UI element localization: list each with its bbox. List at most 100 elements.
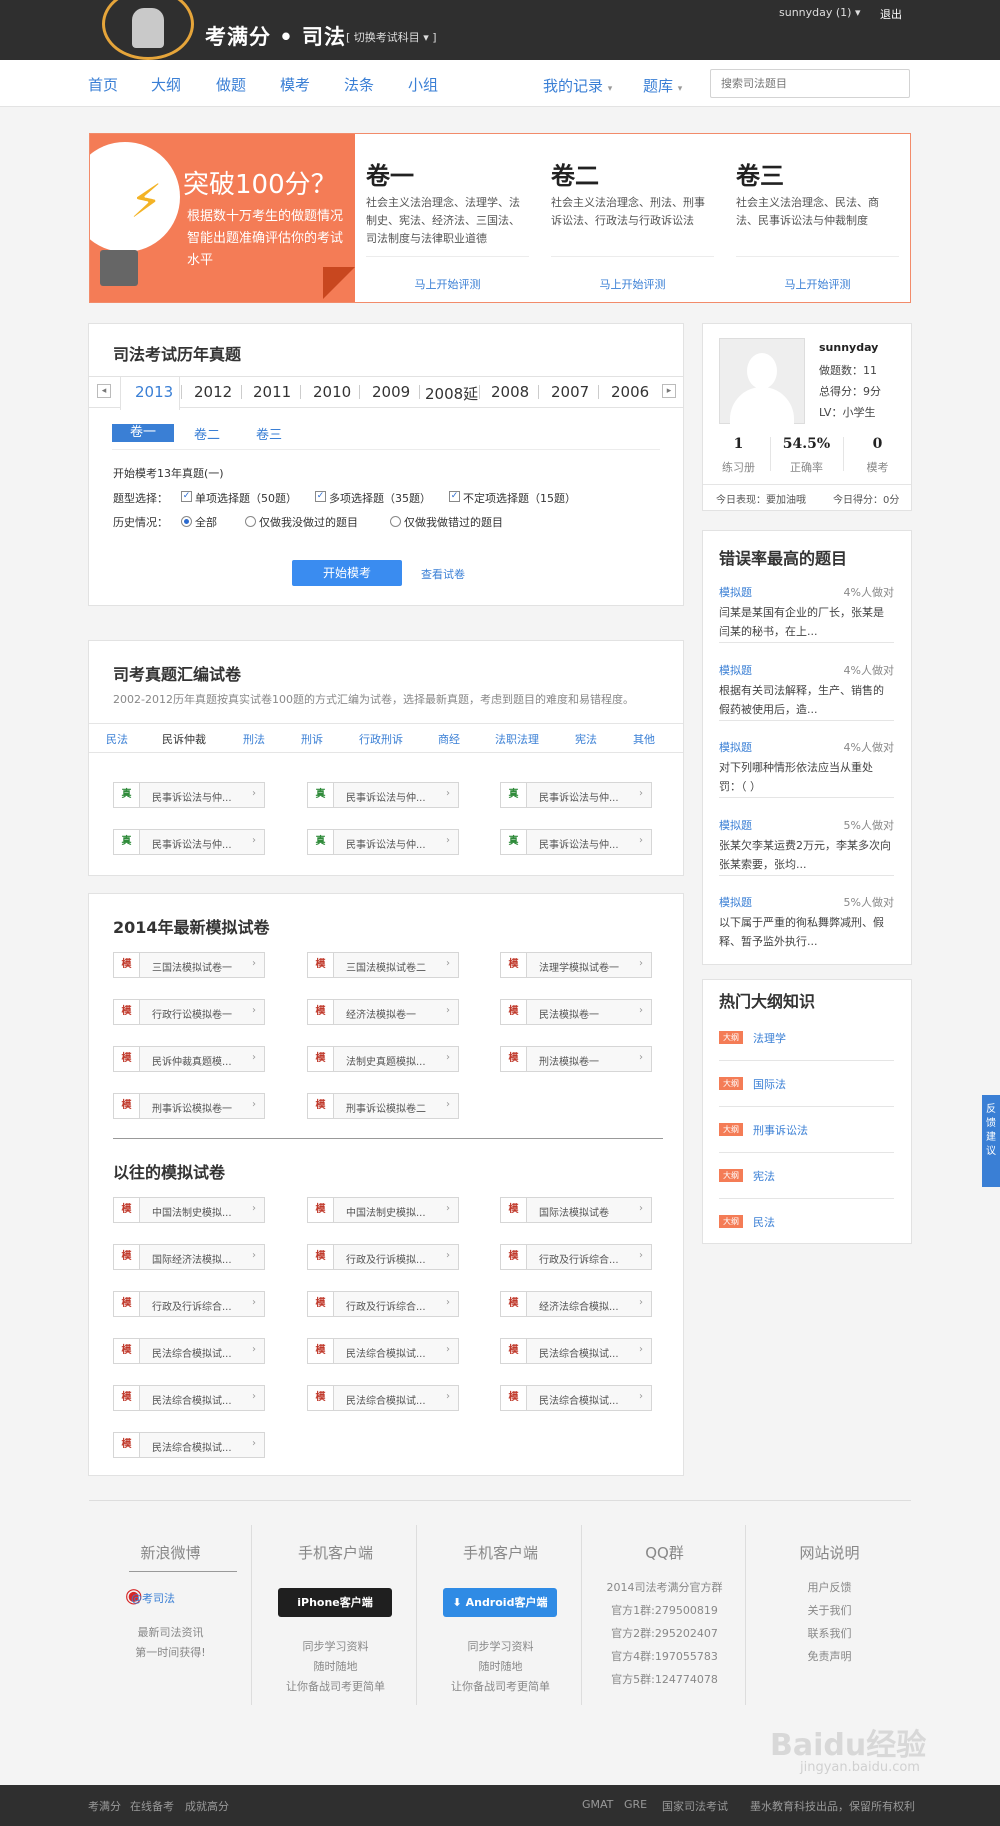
prev-arrow-icon[interactable]: ◂ — [97, 384, 111, 398]
subject-tab[interactable]: 宪法 — [575, 731, 597, 747]
paper-card[interactable]: 模民法综合模拟试... › — [113, 1338, 265, 1364]
nav-home[interactable]: 首页 — [88, 74, 118, 95]
next-arrow-icon[interactable]: ▸ — [662, 384, 676, 398]
weibo-handle[interactable]: @考司法 — [131, 1590, 175, 1606]
history-radio[interactable] — [181, 516, 192, 527]
subject-tab[interactable]: 刑诉 — [301, 731, 323, 747]
volume-title: 卷二 — [551, 162, 599, 190]
subject-tab[interactable]: 其他 — [633, 731, 655, 747]
search-input[interactable] — [710, 69, 910, 98]
switch-subject-button[interactable]: [ 切换考试科目 ▾ ] — [346, 29, 437, 45]
subject-tab[interactable]: 民法 — [106, 731, 128, 747]
paper-card[interactable]: 模法理学模拟试卷一 › — [500, 952, 652, 978]
paper-card[interactable]: 模经济法综合模拟... › — [500, 1291, 652, 1317]
paper-card[interactable]: 模三国法模拟试卷一 › — [113, 952, 265, 978]
vol-tab-1[interactable]: 卷一 — [112, 424, 174, 442]
chevron-right-icon: › — [639, 1391, 643, 1402]
paper-card[interactable]: 真民事诉讼法与仲... › — [113, 782, 265, 808]
paper-card[interactable]: 模民法综合模拟试... › — [500, 1338, 652, 1364]
paper-card[interactable]: 真民事诉讼法与仲... › — [307, 829, 459, 855]
nav-outline[interactable]: 大纲 — [151, 74, 181, 95]
paper-card[interactable]: 模刑事诉讼模拟卷一 › — [113, 1093, 265, 1119]
start-assess-link[interactable]: 马上开始评测 — [725, 276, 910, 292]
type-checkbox[interactable]: ✓ — [315, 491, 326, 502]
panel-title: 以往的模拟试卷 — [113, 1163, 226, 1182]
top-bar: 考满分 • 司法 [ 切换考试科目 ▾ ] sunnyday (1) ▾ 退出 — [0, 0, 1000, 60]
paper-card[interactable]: 真民事诉讼法与仲... › — [500, 829, 652, 855]
footer-link[interactable]: 免责声明 — [748, 1648, 911, 1664]
paper-card[interactable]: 模民法综合模拟试... › — [307, 1385, 459, 1411]
year-tab[interactable]: 2011 — [253, 383, 291, 401]
type-checkbox[interactable]: ✓ — [181, 491, 192, 502]
year-tab[interactable]: 2008 — [491, 383, 529, 401]
paper-card[interactable]: 模中国法制史模拟... › — [307, 1197, 459, 1223]
year-tab[interactable]: 2012 — [194, 383, 232, 401]
paper-card[interactable]: 模中国法制史模拟... › — [113, 1197, 265, 1223]
paper-card[interactable]: 模国际经济法模拟... › — [113, 1244, 265, 1270]
footer-link[interactable]: 用户反馈 — [748, 1579, 911, 1595]
year-tab[interactable]: 2007 — [551, 383, 589, 401]
paper-card[interactable]: 模行政及行诉综合... › — [307, 1291, 459, 1317]
avatar[interactable] — [719, 338, 805, 425]
vol-tab-3[interactable]: 卷三 — [256, 424, 282, 443]
user-name[interactable]: sunnyday — [819, 341, 878, 354]
brand-title[interactable]: 考满分 • 司法 — [205, 21, 346, 51]
subject-tab[interactable]: 法职法理 — [495, 731, 539, 747]
paper-card[interactable]: 真民事诉讼法与仲... › — [307, 782, 459, 808]
paper-card[interactable]: 模行政及行诉综合... › — [500, 1244, 652, 1270]
paper-card[interactable]: 模民法模拟卷一 › — [500, 999, 652, 1025]
paper-card[interactable]: 真民事诉讼法与仲... › — [500, 782, 652, 808]
type-checkbox[interactable]: ✓ — [449, 491, 460, 502]
paper-card[interactable]: 模行政及行诉模拟... › — [307, 1244, 459, 1270]
feedback-tab[interactable]: 反馈建议 — [982, 1095, 1000, 1187]
subject-tab[interactable]: 民诉仲裁 — [162, 731, 206, 747]
iphone-download-button[interactable]: iPhone客户端 — [278, 1588, 392, 1617]
paper-card[interactable]: 模国际法模拟试卷 › — [500, 1197, 652, 1223]
nav-my-record[interactable]: 我的记录 ▾ — [543, 75, 612, 96]
start-assess-link[interactable]: 马上开始评测 — [540, 276, 725, 292]
footer-link[interactable]: GMAT — [582, 1798, 613, 1811]
paper-card[interactable]: 模民法综合模拟试... › — [500, 1385, 652, 1411]
subject-tab[interactable]: 刑法 — [243, 731, 265, 747]
footer-link[interactable]: GRE — [624, 1798, 647, 1811]
view-paper-link[interactable]: 查看试卷 — [421, 566, 465, 582]
nav-group[interactable]: 小组 — [408, 74, 438, 95]
year-tab[interactable]: 2010 — [313, 383, 351, 401]
nav-practice[interactable]: 做题 — [216, 74, 246, 95]
paper-card[interactable]: 真民事诉讼法与仲... › — [113, 829, 265, 855]
vol-tab-2[interactable]: 卷二 — [194, 424, 220, 443]
footer-link[interactable]: 关于我们 — [748, 1602, 911, 1618]
year-tab[interactable]: 2013 — [135, 383, 173, 401]
paper-card[interactable]: 模行政行讼模拟卷一 › — [113, 999, 265, 1025]
year-tab[interactable]: 2006 — [611, 383, 649, 401]
footer-link[interactable]: 联系我们 — [748, 1625, 911, 1641]
paper-card[interactable]: 模三国法模拟试卷二 › — [307, 952, 459, 978]
paper-card[interactable]: 模民法综合模拟试... › — [307, 1338, 459, 1364]
paper-card[interactable]: 模民诉仲裁真题模... › — [113, 1046, 265, 1072]
paper-card[interactable]: 模法制史真题模拟... › — [307, 1046, 459, 1072]
start-assess-link[interactable]: 马上开始评测 — [355, 276, 540, 292]
paper-card[interactable]: 模民法综合模拟试... › — [113, 1385, 265, 1411]
nav-law[interactable]: 法条 — [344, 74, 374, 95]
footer-link[interactable]: 国家司法考试 — [662, 1798, 728, 1814]
paper-card[interactable]: 模民法综合模拟试... › — [113, 1432, 265, 1458]
paper-card[interactable]: 模刑法模拟卷一 › — [500, 1046, 652, 1072]
chevron-right-icon: › — [446, 1005, 450, 1016]
paper-card[interactable]: 模行政及行诉综合... › — [113, 1291, 265, 1317]
history-radio[interactable] — [245, 516, 256, 527]
year-tab[interactable]: 2009 — [372, 383, 410, 401]
subject-tab[interactable]: 行政刑诉 — [359, 731, 403, 747]
start-mock-button[interactable]: 开始模考 — [292, 560, 402, 586]
logout-link[interactable]: 退出 — [880, 6, 902, 22]
android-download-button[interactable]: ⬇ Android客户端 — [443, 1588, 557, 1617]
mock-papers-panel: 2014年最新模拟试卷 以往的模拟试卷 模三国法模拟试卷一 › 模三国法模拟试卷二 ›… — [88, 893, 684, 1476]
year-tab[interactable]: 2008延 — [425, 383, 478, 404]
history-radio[interactable] — [390, 516, 401, 527]
chevron-right-icon: › — [252, 1203, 256, 1214]
paper-card[interactable]: 模刑事诉讼模拟卷二 › — [307, 1093, 459, 1119]
user-menu[interactable]: sunnyday (1) ▾ — [779, 6, 861, 19]
subject-tab[interactable]: 商经 — [438, 731, 460, 747]
paper-card[interactable]: 模经济法模拟卷一 › — [307, 999, 459, 1025]
nav-question-bank[interactable]: 题库 ▾ — [643, 75, 682, 96]
nav-mock[interactable]: 模考 — [280, 74, 310, 95]
